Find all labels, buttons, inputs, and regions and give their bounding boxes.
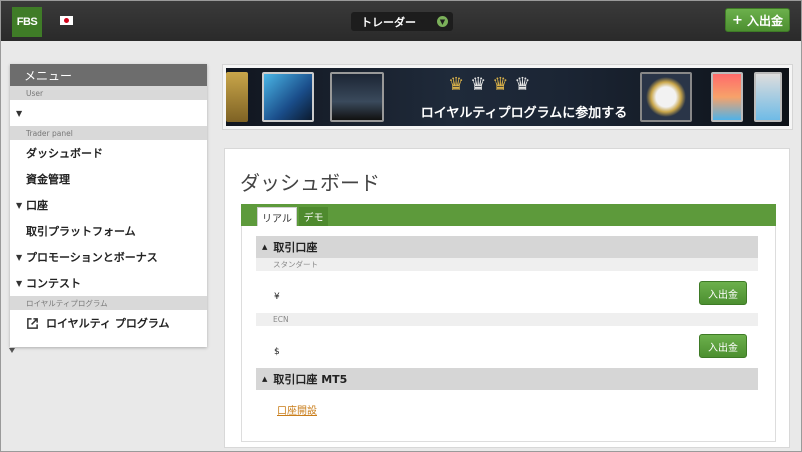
external-link-icon <box>27 317 38 329</box>
deposit-withdraw-button[interactable]: + 入出金 <box>725 8 790 32</box>
caret-down-icon: ▼ <box>16 200 23 210</box>
sidebar-item-contests[interactable]: ▼ コンテスト <box>10 270 207 296</box>
tab-real[interactable]: リアル <box>257 207 297 226</box>
imac-image <box>262 72 314 122</box>
account-selector-label: トレーダー <box>361 15 416 29</box>
group-trading-accounts-mt5[interactable]: ▲ 取引口座 MT5 <box>256 368 758 390</box>
section-label-trader-panel: Trader panel <box>10 126 207 140</box>
banner-image: ♛♛♛♛ ロイヤルティプログラムに参加する <box>226 68 789 126</box>
sidebar-item-label: コンテスト <box>26 277 81 290</box>
sidebar-item-label: ロイヤルティ プログラム <box>46 317 170 330</box>
crown-icons: ♛♛♛♛ <box>448 74 537 95</box>
loyalty-banner[interactable]: ♛♛♛♛ ロイヤルティプログラムに参加する <box>222 64 793 130</box>
section-label-user: User <box>10 86 207 100</box>
phone-image <box>711 72 743 122</box>
deposit-button[interactable]: 入出金 <box>699 281 747 305</box>
sidebar-item-accounts[interactable]: ▼ 口座 <box>10 192 207 218</box>
sidebar-item-label: 口座 <box>26 199 48 212</box>
triangle-up-icon: ▲ <box>262 375 268 383</box>
account-balance: $ <box>274 347 280 357</box>
sidebar-item-label: 取引プラットフォーム <box>26 225 136 238</box>
triangle-up-icon: ▲ <box>262 243 268 251</box>
accounts-list: ▲ 取引口座 スタンダート ¥ 入出金 ECN $ 入出金 ▲ 取引口座 MT5… <box>241 226 776 442</box>
car-image <box>330 72 384 122</box>
sidebar-item-promotions[interactable]: ▼ プロモーションとボーナス <box>10 244 207 270</box>
group-trading-accounts[interactable]: ▲ 取引口座 <box>256 236 758 258</box>
account-type-label: スタンダート <box>256 258 758 271</box>
tab-demo[interactable]: デモ <box>299 207 328 226</box>
account-selector[interactable]: トレーダー ▼ <box>351 12 453 31</box>
deposit-withdraw-label: 入出金 <box>746 13 783 28</box>
account-balance: ¥ <box>274 292 280 302</box>
japan-flag-icon[interactable] <box>60 16 73 25</box>
banner-text: ロイヤルティプログラムに参加する <box>420 106 628 121</box>
top-bar: FBS トレーダー ▼ + 入出金 <box>1 1 801 41</box>
dashboard-panel: ダッシュボード リアル デモ ▲ 取引口座 スタンダート ¥ 入出金 ECN $… <box>224 148 790 448</box>
account-tabs: リアル デモ <box>241 204 776 226</box>
user-dropdown[interactable]: ▼ <box>10 100 207 126</box>
sidebar-item-loyalty[interactable]: ロイヤルティ プログラム <box>10 310 207 336</box>
sidebar-item-label: ダッシュボード <box>26 147 103 160</box>
account-type-label: ECN <box>256 313 758 326</box>
sidebar-item-funds[interactable]: 資金管理 <box>10 166 207 192</box>
open-account-link[interactable]: 口座開設 <box>277 402 317 417</box>
plus-icon: + <box>732 12 743 28</box>
caret-down-icon: ▼ <box>16 108 23 118</box>
caret-down-icon: ▼ <box>16 278 23 288</box>
chevron-down-icon: ▼ <box>437 16 448 27</box>
deposit-button[interactable]: 入出金 <box>699 334 747 358</box>
menu-title: メニュー <box>10 64 207 86</box>
group-title: 取引口座 <box>273 241 318 254</box>
fbs-logo[interactable]: FBS <box>12 7 42 37</box>
sidebar-item-platforms[interactable]: 取引プラットフォーム <box>10 218 207 244</box>
caret-down-icon: ▼ <box>16 252 23 262</box>
page-title: ダッシュボード <box>240 171 380 195</box>
section-label-loyalty: ロイヤルティプログラム <box>10 296 207 310</box>
watch-image <box>640 72 692 122</box>
sidebar-item-label: 資金管理 <box>26 173 70 186</box>
sidebar-item-dashboard[interactable]: ダッシュボード <box>10 140 207 166</box>
gold-bar-image <box>226 72 248 122</box>
group-title: 取引口座 MT5 <box>273 373 348 386</box>
sidebar: メニュー User ▼ Trader panel ダッシュボード 資金管理 ▼ … <box>10 64 207 347</box>
corner-marker <box>9 348 15 353</box>
sidebar-item-label: プロモーションとボーナス <box>26 251 158 264</box>
phone-image <box>754 72 782 122</box>
